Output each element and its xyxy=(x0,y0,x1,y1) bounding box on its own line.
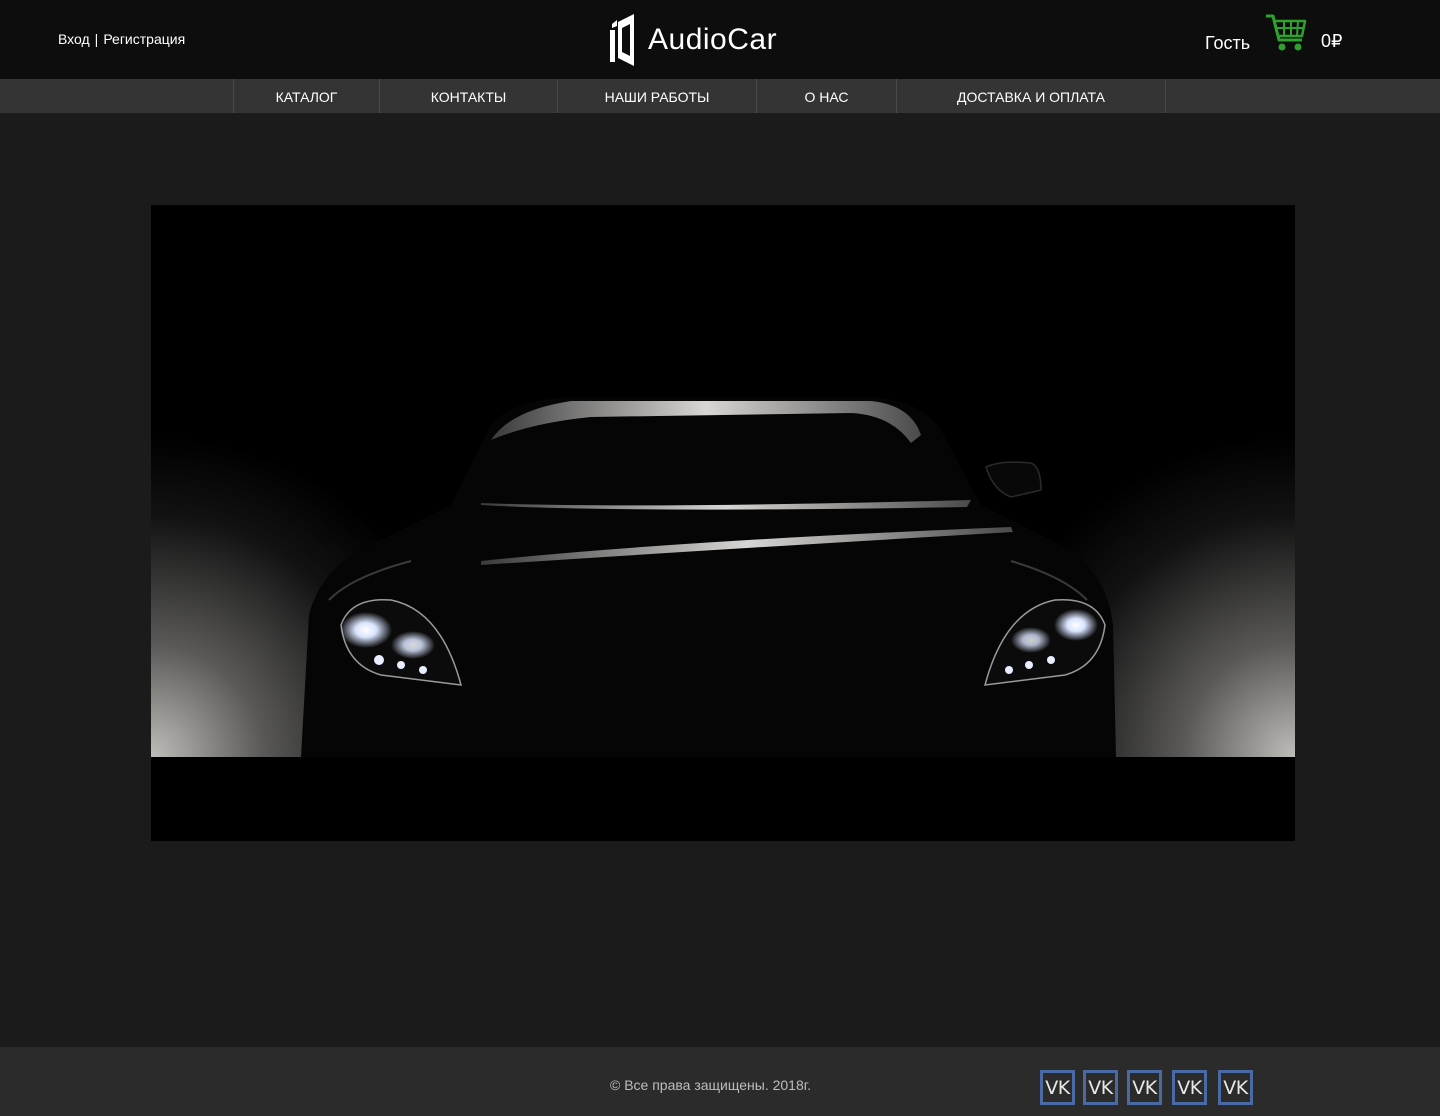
user-name: Гость xyxy=(1205,33,1251,53)
shopping-cart-icon[interactable] xyxy=(1264,12,1308,54)
site-footer: © Все права защищены. 2018г. VK VK VK VK… xyxy=(0,1047,1440,1116)
copyright-text: © Все права защищены. 2018г. xyxy=(610,1077,812,1093)
register-link[interactable]: Регистрация xyxy=(103,31,185,47)
site-header: Вход | Регистрация AudioCar Гость 0₽ xyxy=(0,0,1440,79)
main-nav: КАТАЛОГ КОНТАКТЫ НАШИ РАБОТЫ О НАС ДОСТА… xyxy=(0,79,1440,113)
auth-separator: | xyxy=(94,31,99,47)
nav-item-our-works[interactable]: НАШИ РАБОТЫ xyxy=(558,79,757,113)
logo-speaker-icon xyxy=(610,14,634,66)
nav-item-about[interactable]: О НАС xyxy=(757,79,897,113)
auth-links: Вход | Регистрация xyxy=(58,31,185,47)
nav-item-catalog[interactable]: КАТАЛОГ xyxy=(234,79,380,113)
site-logo[interactable]: AudioCar xyxy=(610,12,777,68)
nav-item-contacts[interactable]: КОНТАКТЫ xyxy=(380,79,558,113)
vk-icon[interactable]: VK xyxy=(1127,1070,1162,1105)
nav-list: КАТАЛОГ КОНТАКТЫ НАШИ РАБОТЫ О НАС ДОСТА… xyxy=(233,79,1166,113)
vk-icon[interactable]: VK xyxy=(1083,1070,1118,1105)
hero-banner xyxy=(151,205,1295,841)
social-links: VK VK VK VK VK xyxy=(1040,1070,1261,1105)
vk-icon[interactable]: VK xyxy=(1040,1070,1075,1105)
login-link[interactable]: Вход xyxy=(58,31,90,47)
nav-item-delivery[interactable]: ДОСТАВКА И ОПЛАТА xyxy=(897,79,1166,113)
hero-car-image xyxy=(151,205,1295,757)
vk-icon[interactable]: VK xyxy=(1218,1070,1253,1105)
cart-total: 0₽ xyxy=(1321,31,1343,51)
vk-icon[interactable]: VK xyxy=(1172,1070,1207,1105)
logo-text: AudioCar xyxy=(648,23,778,56)
